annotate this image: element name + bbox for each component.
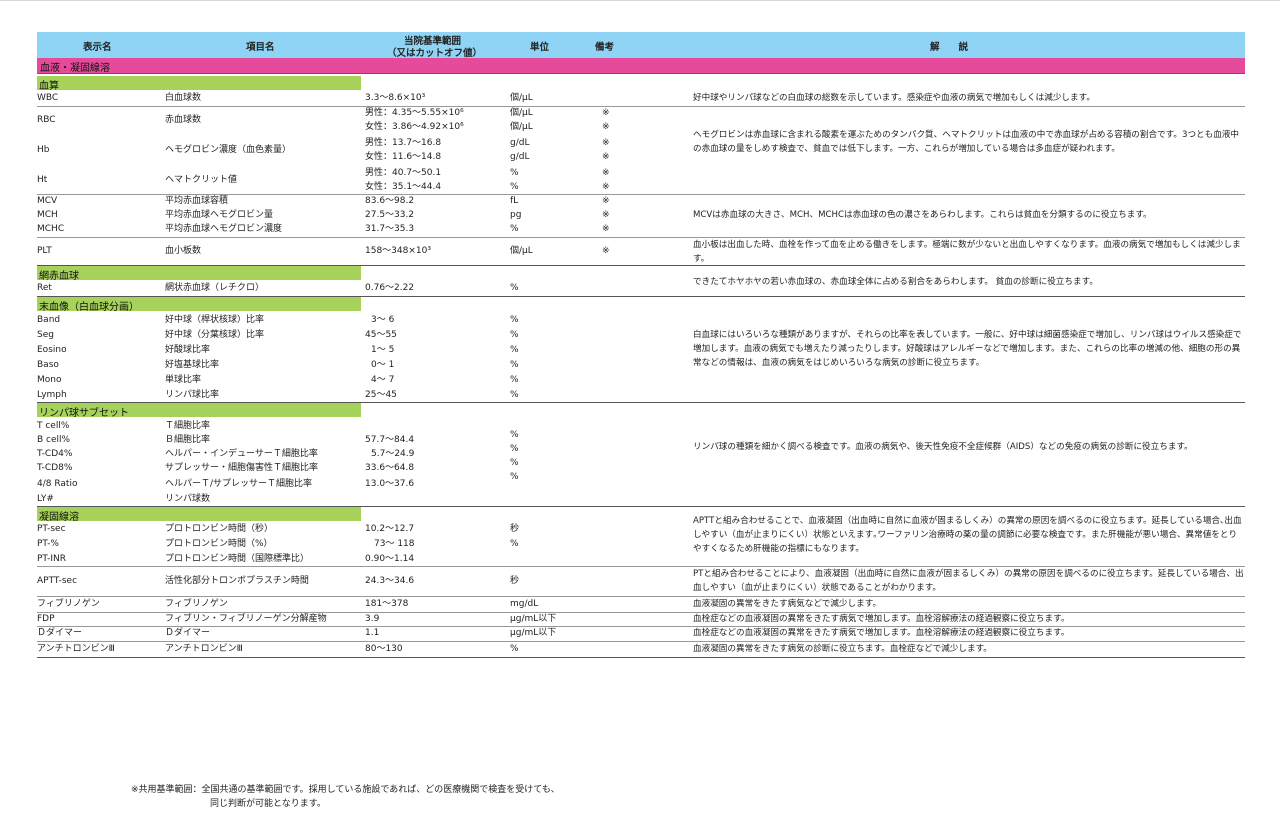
section-title: 血液・凝固線溶 xyxy=(37,58,1245,74)
table-row: T cell% Ｔ細胞比率 xyxy=(37,421,211,431)
hb-range-female: 女性：11.6～14.8 xyxy=(365,152,442,162)
table-row: WBC 白血球数 3.3～8.6×10³ 個/μL xyxy=(37,93,533,103)
table-row: PT-INR プロトロンビン時間（国際標準比） 0.90～1.14 xyxy=(37,554,415,564)
rbc-name: RBC xyxy=(37,115,56,125)
table-row: 4/8 Ratio ヘルパーＴ/サプレッサーＴ細胞比率 13.0～37.6 xyxy=(37,479,415,489)
divider xyxy=(37,657,1245,658)
group-coagulation: 凝固線溶 xyxy=(37,507,361,523)
explanation-differential: 白血球にはいろいろな種類がありますが、それらの比率を表しています。一般に、好中球… xyxy=(693,330,1242,368)
lymph-unit: % xyxy=(510,430,519,440)
ht-item: ヘマトクリット値 xyxy=(165,175,238,185)
table-row: PT-% プロトロンビン時間（%） 73～ 118 % xyxy=(37,539,519,549)
table-row: T-CD8% サプレッサー・細胞傷害性Ｔ細胞比率 33.6～64.8 xyxy=(37,463,415,473)
group-differential: 末血像（白血球分画） xyxy=(37,297,361,313)
hb-note-female: ※ xyxy=(602,152,610,162)
header-unit: 単位 xyxy=(530,42,550,53)
hb-range-male: 男性：13.7～16.8 xyxy=(365,138,442,148)
explanation-indices: MCVは赤血球の大きさ、MCH、MCHCは赤血球の色の濃さをあらわします。これら… xyxy=(693,210,1152,220)
ht-range-male: 男性：40.7～50.1 xyxy=(365,168,442,178)
rbc-range-male: 男性：4.35～5.55×10⁶ xyxy=(365,108,464,118)
ht-note-male: ※ xyxy=(602,168,610,178)
explanation-pt: APTTと組み合わせることで、血液凝固（出血時に自然に血液が固まるしくみ）の異常… xyxy=(693,516,1242,554)
lymph-unit: % xyxy=(510,444,519,454)
ht-range-female: 女性：35.1～44.4 xyxy=(365,182,442,192)
table-header: 表示名 項目名 当院基準範囲 （又はカットオフ値） 単位 備考 解 説 xyxy=(37,32,1245,59)
table-row: MCV 平均赤血球容積 83.6～98.2 fL ※ xyxy=(37,196,610,206)
table-row: アンチトロンビンⅢ アンチトロンビンⅢ 80～130 % xyxy=(37,644,519,654)
rbc-note-female: ※ xyxy=(602,122,610,132)
explanation-fibrinogen: 血液凝固の異常をきたす病気などで減少します。 xyxy=(693,599,882,609)
table-row: Eosino 好酸球比率 1～ 5 % xyxy=(37,345,519,355)
divider xyxy=(37,106,1245,107)
table-row: Mono 単球比率 4～ 7 % xyxy=(37,375,519,385)
table-row: Ret 網状赤血球（レチクロ） 0.76～2.22 % xyxy=(37,283,519,293)
hb-note-male: ※ xyxy=(602,138,610,148)
rbc-unit-female: 個/μL xyxy=(510,122,533,132)
footnote-line-1: ※共用基準範囲：全国共通の基準範囲です。採用している施設であれば、どの医療機関で… xyxy=(131,785,560,795)
table-row: Band 好中球（桿状核球）比率 3～ 6 % xyxy=(37,315,519,325)
explanation-lymph-subset: リンパ球の種類を細かく調べる検査です。血液の病気や、後天性免疫不全症候群（AID… xyxy=(693,442,1193,452)
table-row: B cell% Ｂ細胞比率 57.7～84.4 xyxy=(37,435,415,445)
ht-unit-male: % xyxy=(510,168,519,178)
table-row: T-CD4% ヘルパー・インデューサーＴ細胞比率 5.7～24.9 xyxy=(37,449,415,459)
group-reticulocyte: 網赤血球 xyxy=(37,266,361,282)
footnote-line-2: 同じ判断が可能となります。 xyxy=(210,799,326,809)
hb-unit-female: g/dL xyxy=(510,152,530,162)
lymph-unit: % xyxy=(510,458,519,468)
explanation-fdp: 血栓症などの血液凝固の異常をきたす病気で増加します。血栓溶解療法の経過観察に役立… xyxy=(693,614,1070,624)
rbc-range-female: 女性：3.86～4.92×10⁶ xyxy=(365,122,464,132)
explanation-wbc: 好中球やリンパ球などの白血球の総数を示しています。感染症や血液の病気で増加もしく… xyxy=(693,93,1095,103)
table-row: Seg 好中球（分葉核球）比率 45～55 % xyxy=(37,330,519,340)
table-row: PT-sec プロトロンビン時間（秒） 10.2～12.7 秒 xyxy=(37,524,520,534)
header-name: 表示名 xyxy=(83,42,112,53)
table-row: Baso 好塩基球比率 0～ 1 % xyxy=(37,360,519,370)
ht-name: Ht xyxy=(37,175,48,185)
rbc-unit-male: 個/μL xyxy=(510,108,533,118)
explanation-ret: できたてホヤホヤの若い赤血球の、赤血球全体に占める割合をあらわします。 貧血の診… xyxy=(693,277,1098,287)
rbc-note-male: ※ xyxy=(602,108,610,118)
group-lymphocyte-subset: リンパ球サブセット xyxy=(37,403,361,419)
ht-unit-female: % xyxy=(510,182,519,192)
explanation-aptt: PTと組み合わせることにより、血液凝固（出血時に自然に血液が固まるしくみ）の異常… xyxy=(693,569,1244,593)
table-row: PLT 血小板数 158～348×10³ 個/μL ※ xyxy=(37,246,610,256)
hb-item: ヘモグロビン濃度（血色素量） xyxy=(165,145,292,155)
hb-name: Hb xyxy=(37,145,50,155)
hb-unit-male: g/dL xyxy=(510,138,530,148)
table-row: フィブリノゲン フィブリノゲン 181～378 mg/dL xyxy=(37,599,539,609)
header-item: 項目名 xyxy=(246,42,275,53)
explanation-antithrombin: 血液凝固の異常をきたす病気の診断に役立ちます。血栓症などで減少します。 xyxy=(693,644,992,654)
lymph-unit: % xyxy=(510,472,519,482)
explanation-d-dimer: 血栓症などの血液凝固の異常をきたす病気で増加します。血栓溶解療法の経過観察に役立… xyxy=(693,628,1070,638)
rbc-item: 赤血球数 xyxy=(165,115,202,125)
header-range-2: （又はカットオフ値） xyxy=(387,48,483,59)
table-row: LY# リンパ球数 xyxy=(37,494,211,504)
explanation-plt: 血小板は出血した時、血栓を作って血を止める働きをします。極端に数が少ないと出血し… xyxy=(693,240,1241,264)
ht-note-female: ※ xyxy=(602,182,610,192)
header-note: 備考 xyxy=(595,42,615,53)
table-row: Lymph リンパ球比率 25～45 % xyxy=(37,390,519,400)
page-top-line xyxy=(0,0,1280,1)
explanation-rbc-hb-ht: ヘモグロビンは赤血球に含まれる酸素を運ぶためのタンパク質、ヘマトクリットは血液の… xyxy=(693,130,1240,154)
header-explanation: 解 説 xyxy=(930,42,969,53)
table-row: APTT-sec 活性化部分トロンボプラスチン時間 24.3～34.6 秒 xyxy=(37,576,520,586)
group-cbc: 血算 xyxy=(37,76,361,92)
table-row: MCHC 平均赤血球ヘモグロビン濃度 31.7～35.3 % ※ xyxy=(37,224,610,234)
table-row: MCH 平均赤血球ヘモグロビン量 27.5～33.2 pg ※ xyxy=(37,210,610,220)
table-row: Ｄダイマー Ｄダイマー 1.1 μg/mL以下 xyxy=(37,628,557,638)
table-row: FDP フィブリン・フィブリノーゲン分解産物 3.9 μg/mL以下 xyxy=(37,614,557,624)
